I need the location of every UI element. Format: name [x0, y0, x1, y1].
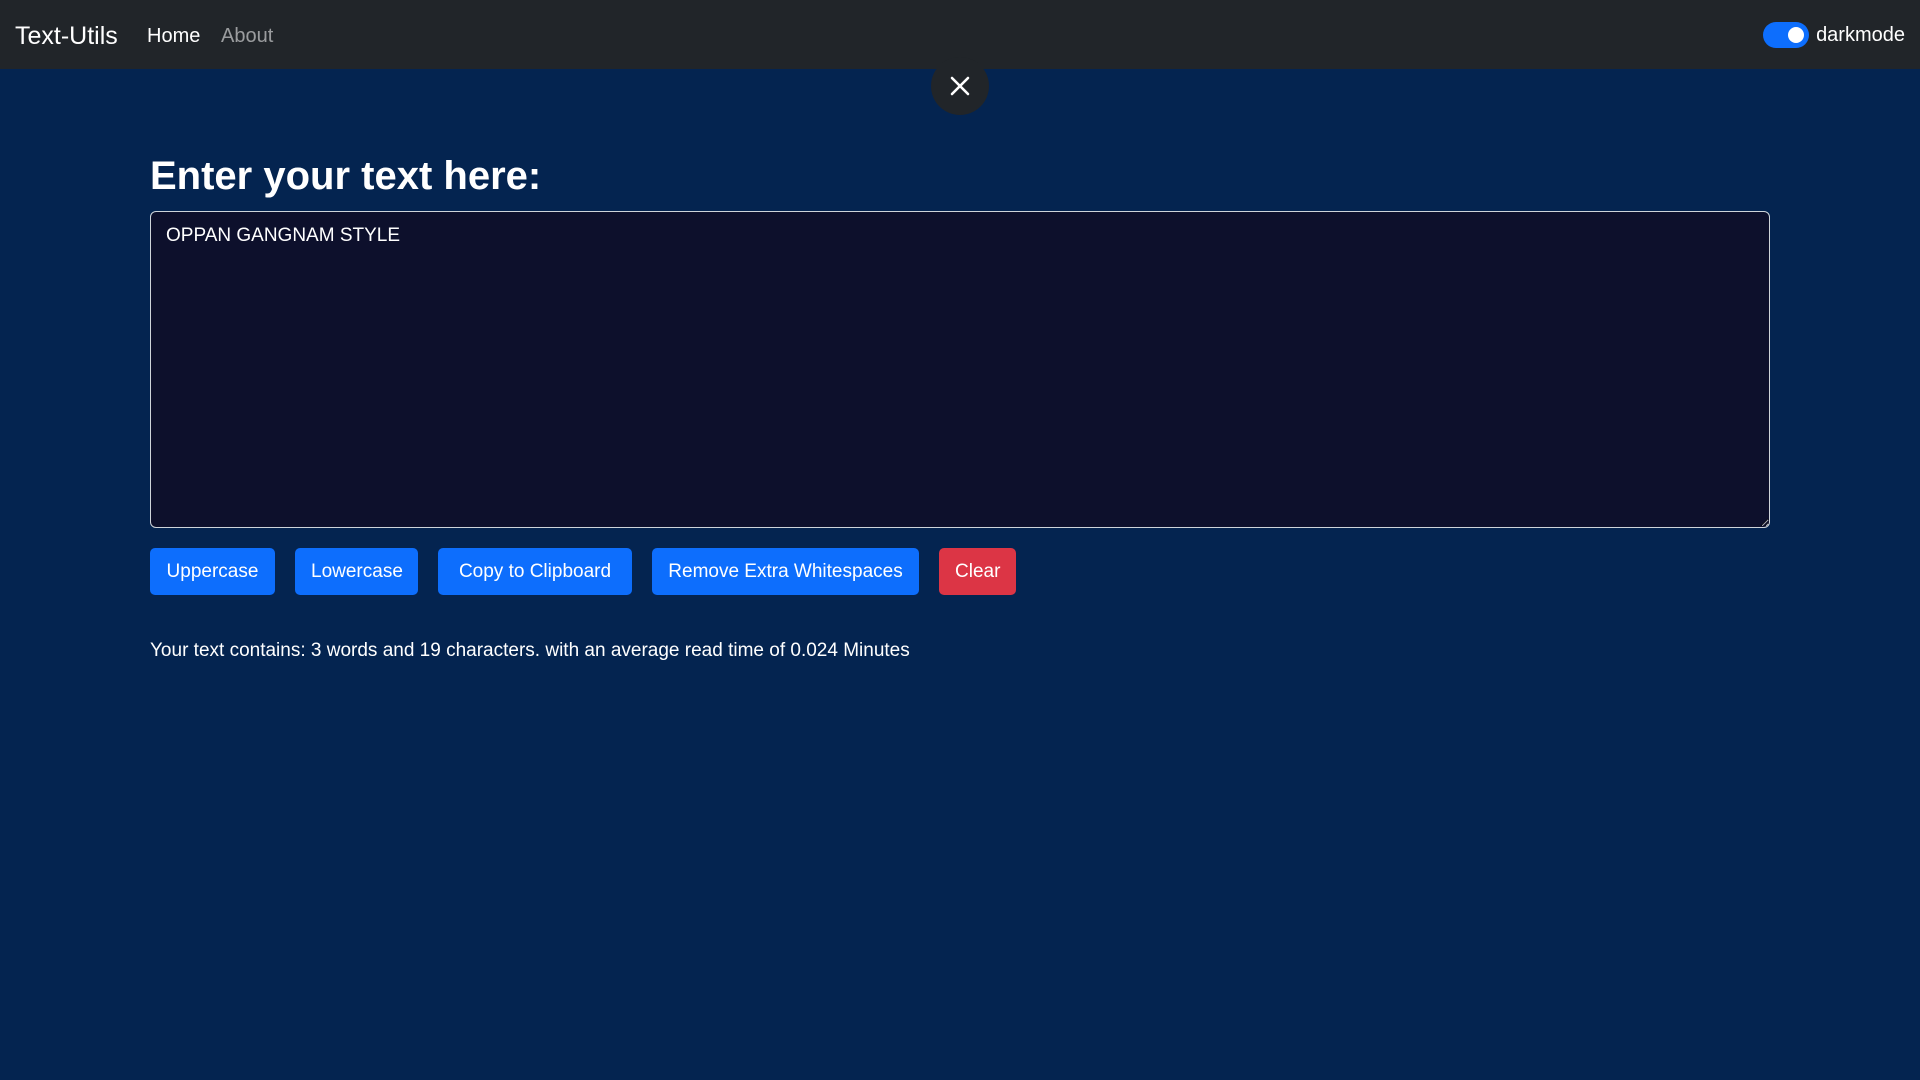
lowercase-button[interactable]: Lowercase — [295, 548, 418, 595]
text-input[interactable]: OPPAN GANGNAM STYLE — [150, 211, 1770, 528]
clear-button[interactable]: Clear — [939, 548, 1016, 595]
copy-to-clipboard-button[interactable]: Copy to Clipboard — [438, 548, 632, 595]
brand-link[interactable]: Text-Utils — [15, 21, 118, 51]
darkmode-toggle-group: darkmode — [1764, 20, 1905, 50]
nav-link-about[interactable]: About — [221, 24, 273, 48]
remove-whitespace-button[interactable]: Remove Extra Whitespaces — [652, 548, 919, 595]
uppercase-button[interactable]: Uppercase — [150, 548, 275, 595]
darkmode-label[interactable]: darkmode — [1816, 23, 1905, 47]
page-title: Enter your text here: — [150, 154, 542, 198]
switch-knob — [1788, 27, 1805, 43]
close-icon — [950, 76, 970, 96]
darkmode-switch[interactable] — [1764, 23, 1809, 47]
nav-link-home[interactable]: Home — [147, 24, 200, 48]
text-summary: Your text contains: 3 words and 19 chara… — [150, 640, 910, 661]
close-button[interactable] — [931, 57, 989, 115]
